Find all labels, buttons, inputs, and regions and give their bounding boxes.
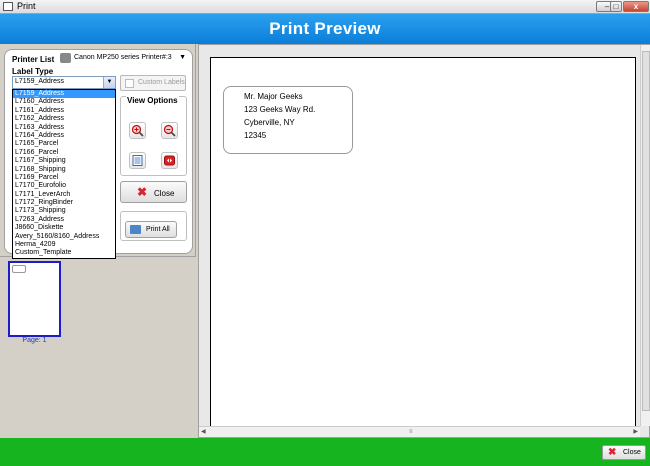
window-title: Print: [17, 1, 36, 11]
thumbnail-pane: Page: 1: [0, 256, 196, 438]
scroll-right-icon[interactable]: ▶: [633, 428, 638, 435]
printer-icon: [130, 225, 141, 234]
window-close-button[interactable]: x: [623, 1, 649, 12]
close-icon: ✖: [137, 185, 148, 199]
footer-close-label: Close: [623, 449, 641, 456]
header-bar: Print Preview: [0, 14, 650, 44]
label-type-option[interactable]: L7163_Address: [13, 124, 115, 132]
label-type-select[interactable]: L7159_Address ▼: [12, 76, 116, 89]
view-options-group: View Options: [120, 96, 187, 176]
label-type-label: Label Type: [12, 67, 54, 76]
page-thumbnail-label: Page: 1: [22, 337, 47, 344]
label-type-option[interactable]: L7167_Shipping: [13, 157, 115, 165]
chevron-down-icon[interactable]: ▼: [103, 77, 115, 88]
label-type-option[interactable]: L7159_Address: [13, 90, 115, 99]
view-options-title: View Options: [126, 96, 179, 105]
label-type-option[interactable]: Avery_5160/8160_Address: [13, 233, 115, 241]
zoom-in-icon: [131, 124, 144, 137]
printer-select[interactable]: Canon MP250 series Printer#:3 ▼: [58, 52, 188, 66]
page-view-icon: [132, 155, 143, 166]
address-line: 12345: [244, 131, 267, 140]
address-line: 123 Geeks Way Rd.: [244, 105, 316, 114]
address-label: Mr. Major Geeks 123 Geeks Way Rd. Cyberv…: [223, 86, 353, 154]
address-line: Cyberville, NY: [244, 118, 295, 127]
label-type-option[interactable]: L7164_Address: [13, 132, 115, 140]
label-type-value: L7159_Address: [15, 78, 65, 85]
print-all-label: Print All: [146, 226, 170, 233]
label-type-option[interactable]: Herma_4209: [13, 241, 115, 249]
label-type-option[interactable]: L7263_Address: [13, 216, 115, 224]
label-type-dropdown-list: L7159_Address L7160_Address L7161_Address L…: [12, 89, 116, 259]
zoom-out-button[interactable]: [161, 122, 178, 139]
footer-bar: ✖ Close: [0, 438, 650, 466]
thumbnail-label-preview: [12, 265, 26, 273]
footer-close-button[interactable]: ✖ Close: [602, 445, 646, 460]
fit-width-button[interactable]: [161, 152, 178, 169]
scrollbar-grip-icon[interactable]: ≡: [409, 429, 413, 435]
chevron-down-icon: ▼: [179, 54, 186, 61]
label-type-option[interactable]: L7168_Shipping: [13, 166, 115, 174]
single-page-view-button[interactable]: [129, 152, 146, 169]
label-type-option[interactable]: L7161_Address: [13, 107, 115, 115]
zoom-in-button[interactable]: [129, 122, 146, 139]
maximize-button[interactable]: □: [610, 1, 622, 12]
printer-list-label: Printer List: [12, 55, 55, 64]
checkbox-icon[interactable]: [125, 79, 134, 88]
printer-select-value: Canon MP250 series Printer#:3: [74, 54, 172, 61]
horizontal-scrollbar[interactable]: ◀ ≡ ▶: [199, 426, 640, 437]
scroll-left-icon[interactable]: ◀: [201, 428, 206, 435]
scrollbar-thumb[interactable]: [642, 51, 650, 411]
label-type-option[interactable]: L7170_Eurofolio: [13, 182, 115, 190]
close-icon: ✖: [608, 447, 617, 458]
print-group: Print All: [120, 211, 187, 241]
label-type-option[interactable]: L7165_Parcel: [13, 140, 115, 148]
label-type-option[interactable]: L7166_Parcel: [13, 149, 115, 157]
printer-icon: [60, 53, 71, 63]
label-type-option[interactable]: J8660_Diskette: [13, 224, 115, 232]
custom-labels-label: Custom Labels: [138, 79, 185, 86]
close-button[interactable]: ✖ Close: [120, 181, 187, 203]
zoom-out-icon: [163, 124, 176, 137]
vertical-scrollbar[interactable]: [640, 45, 650, 426]
page-thumbnail[interactable]: [8, 261, 61, 337]
label-type-option[interactable]: L7160_Address: [13, 98, 115, 106]
page-title: Print Preview: [269, 19, 381, 38]
window-titlebar: Print – □ x: [0, 0, 650, 14]
address-line: Mr. Major Geeks: [244, 92, 303, 101]
label-type-option[interactable]: L7162_Address: [13, 115, 115, 123]
close-button-label: Close: [154, 189, 175, 198]
app-icon: [3, 2, 13, 11]
label-type-option[interactable]: L7173_Shipping: [13, 207, 115, 215]
label-type-option[interactable]: Custom_Template: [13, 249, 115, 257]
fit-width-icon: [164, 155, 175, 166]
label-type-option[interactable]: L7169_Parcel: [13, 174, 115, 182]
label-type-option[interactable]: L7172_RingBinder: [13, 199, 115, 207]
custom-labels-checkbox[interactable]: Custom Labels: [120, 75, 186, 91]
print-all-button[interactable]: Print All: [125, 221, 177, 238]
label-type-option[interactable]: L7171_LeverArch: [13, 191, 115, 199]
